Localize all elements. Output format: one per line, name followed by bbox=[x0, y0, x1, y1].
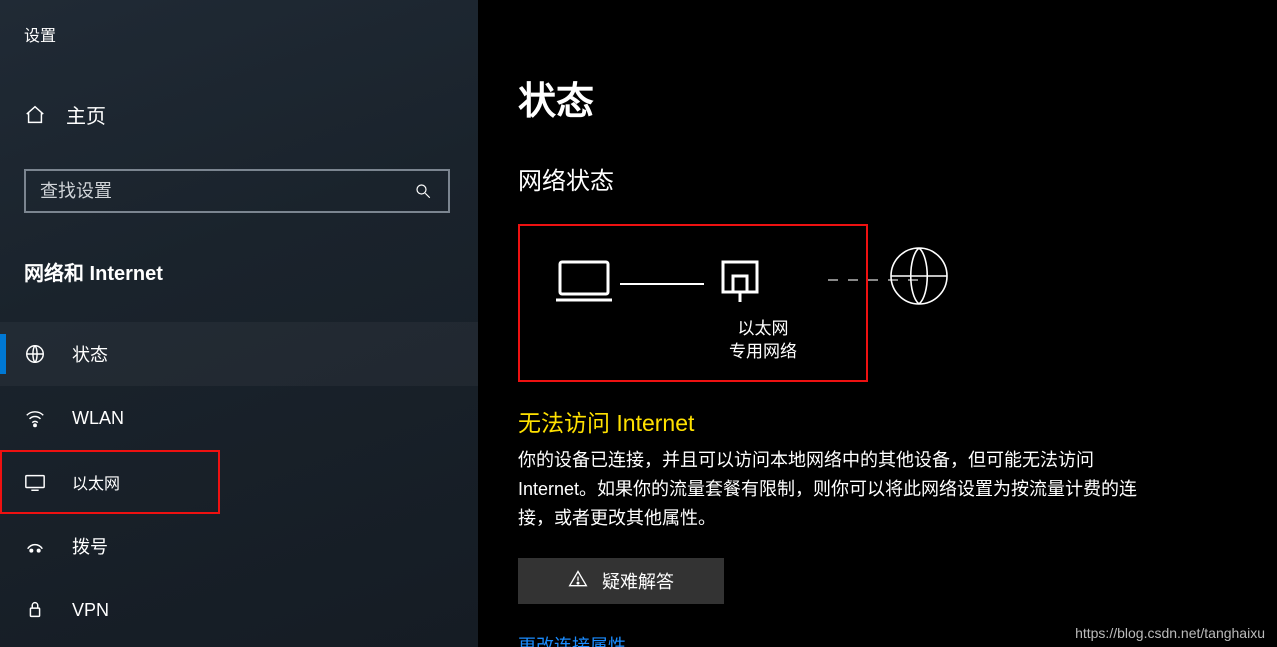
diagram-conn-name: 以太网 bbox=[718, 318, 808, 341]
page-title: 状态 bbox=[518, 70, 1277, 125]
main-content: 状态 网络状态 以太网 专用网络 无法访问 Internet 你的设备已连接，并… bbox=[478, 0, 1277, 647]
warning-icon bbox=[568, 569, 588, 594]
device-icon bbox=[554, 256, 614, 311]
change-properties-link[interactable]: 更改连接属性 bbox=[518, 632, 626, 647]
sidebar-item-wlan[interactable]: WLAN bbox=[0, 386, 478, 450]
app-title: 设置 bbox=[24, 22, 478, 46]
vpn-icon bbox=[24, 600, 46, 620]
router-icon bbox=[710, 256, 770, 311]
home-icon bbox=[24, 104, 46, 126]
dialup-icon bbox=[24, 537, 46, 555]
ethernet-icon bbox=[24, 472, 46, 492]
home-button[interactable]: 主页 bbox=[24, 100, 478, 129]
sidebar-item-vpn[interactable]: VPN bbox=[0, 578, 478, 642]
search-icon bbox=[412, 182, 434, 200]
section-header: 网络和 Internet bbox=[24, 257, 478, 286]
sidebar: 设置 主页 网络和 Internet 状态 WLAN 以太网 bbox=[0, 0, 478, 647]
watermark: https://blog.csdn.net/tanghaixu bbox=[1075, 625, 1265, 641]
search-box[interactable] bbox=[24, 169, 450, 213]
diagram-conn-type: 专用网络 bbox=[718, 341, 808, 364]
nav-label-status: 状态 bbox=[72, 341, 108, 367]
nav-label-dialup: 拨号 bbox=[72, 533, 108, 559]
globe-icon bbox=[886, 243, 952, 314]
sidebar-item-status[interactable]: 状态 bbox=[0, 322, 478, 386]
home-label: 主页 bbox=[66, 100, 106, 129]
network-status-icon bbox=[24, 343, 46, 365]
nav-label-wlan: WLAN bbox=[72, 408, 124, 429]
warning-body: 你的设备已连接，并且可以访问本地网络中的其他设备，但可能无法访问 Interne… bbox=[518, 446, 1158, 532]
sidebar-item-dialup[interactable]: 拨号 bbox=[0, 514, 478, 578]
sidebar-item-ethernet[interactable]: 以太网 bbox=[0, 450, 220, 514]
connection-line-solid bbox=[620, 283, 704, 285]
warning-title: 无法访问 Internet bbox=[518, 404, 1277, 438]
search-input[interactable] bbox=[40, 181, 412, 202]
nav-label-ethernet: 以太网 bbox=[72, 470, 120, 494]
wifi-icon bbox=[24, 407, 46, 429]
nav-label-vpn: VPN bbox=[72, 600, 109, 621]
network-diagram: 以太网 专用网络 bbox=[518, 224, 868, 382]
sub-title: 网络状态 bbox=[518, 161, 1277, 196]
troubleshoot-label: 疑难解答 bbox=[602, 568, 674, 594]
troubleshoot-button[interactable]: 疑难解答 bbox=[518, 558, 724, 604]
